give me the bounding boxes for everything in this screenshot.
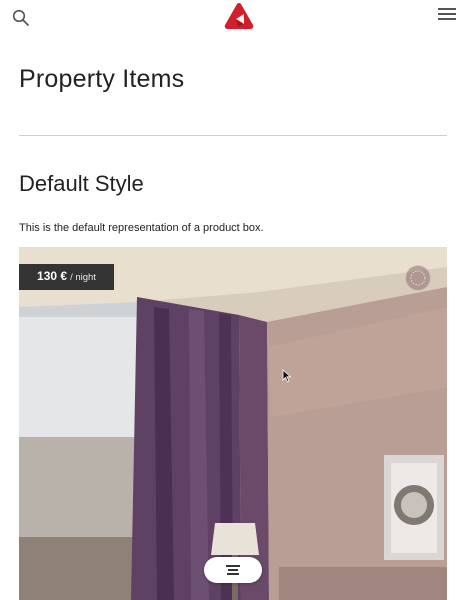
product-box[interactable] [19, 247, 447, 600]
price-amount: 130 € [37, 269, 68, 283]
filter-icon [226, 565, 240, 577]
divider [19, 135, 447, 136]
mouse-cursor-icon [282, 369, 292, 383]
favorite-icon[interactable] [405, 265, 431, 291]
page-title: Property Items [19, 65, 185, 93]
price-tag[interactable]: 130 € / night [19, 264, 114, 290]
product-image [19, 247, 447, 600]
search-icon[interactable] [11, 8, 31, 28]
logo-icon[interactable] [222, 1, 256, 32]
hamburger-menu-icon[interactable] [438, 8, 456, 22]
top-bar [0, 0, 466, 34]
filter-button[interactable] [204, 557, 262, 583]
section-description: This is the default representation of a … [19, 222, 264, 234]
price-unit: / night [70, 272, 96, 283]
section-title: Default Style [19, 171, 144, 196]
